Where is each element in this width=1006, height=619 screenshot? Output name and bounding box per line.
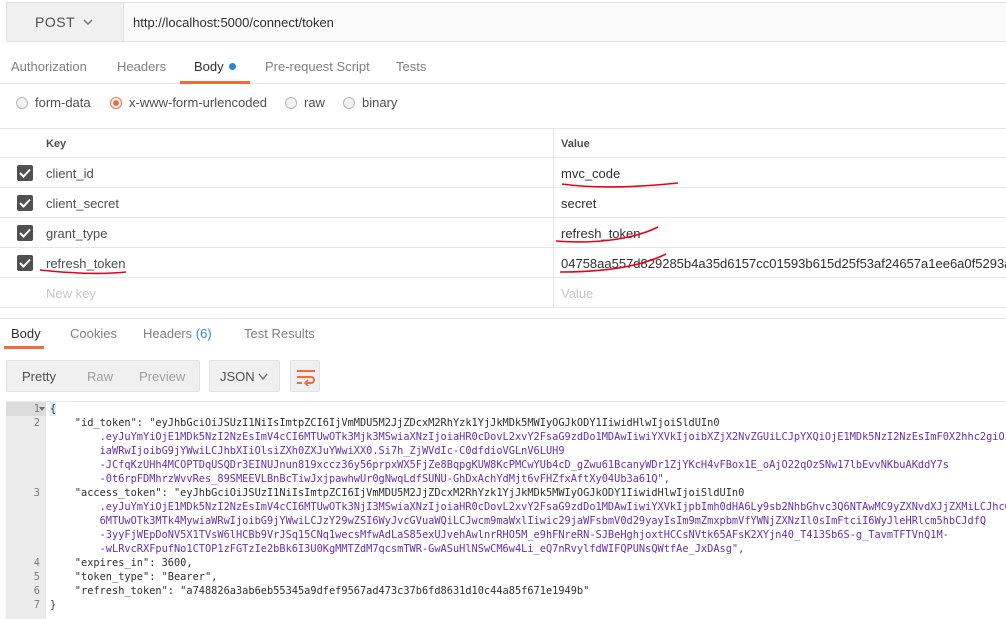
tab-pre-request-script[interactable]: Pre-request Script	[265, 59, 370, 74]
checkbox-checked-icon[interactable]	[17, 165, 33, 181]
code-line: "access_token": "eyJhbGciOiJSUzI1NiIsImt…	[50, 487, 745, 499]
params-table: Key Value client_id mvc_code client_secr…	[0, 128, 1006, 308]
radio-x-www-form-urlencoded[interactable]: x-www-form-urlencoded	[110, 95, 267, 110]
response-tabs: Body Cookies Headers (6) Test Results	[0, 318, 1006, 349]
tab-response-cookies[interactable]: Cookies	[70, 326, 117, 341]
checkbox-checked-icon[interactable]	[17, 225, 33, 241]
code-line: "refresh_token": "a748826a3ab6eb55345a9d…	[50, 585, 590, 597]
tab-tests[interactable]: Tests	[396, 59, 426, 74]
code-line: .eyJuYmYiOjE1MDk5NzI2NzEsImV4cCI6MTUwOTk…	[50, 501, 1006, 513]
body-type-selector: form-data x-www-form-urlencoded raw bina…	[0, 92, 1006, 114]
line-number: 2	[33, 417, 40, 429]
tab-response-body[interactable]: Body	[11, 326, 41, 341]
code-line: "expires_in": 3600,	[50, 557, 193, 569]
table-row: grant_type refresh_token	[0, 218, 1006, 248]
tab-headers[interactable]: Headers	[117, 59, 166, 74]
response-toolbar: Pretty Raw Preview JSON	[0, 358, 1006, 394]
active-tab-indicator	[180, 81, 250, 84]
method-label: POST	[35, 14, 76, 30]
column-divider	[553, 188, 554, 217]
radio-icon	[16, 96, 28, 109]
radio-label: form-data	[35, 95, 91, 110]
line-number: 3	[33, 487, 40, 499]
wrap-lines-button[interactable]	[290, 360, 320, 392]
code-line: -JCfqKzUHh4MCOPTDqUSQDr3EINUJnun819xccz3…	[50, 459, 949, 471]
mode-pretty-button[interactable]: Pretty	[22, 369, 56, 384]
chevron-down-icon	[83, 19, 93, 25]
request-bar: POST http://localhost:5000/connect/token	[6, 2, 1006, 42]
modified-dot-icon	[228, 63, 236, 70]
param-value[interactable]: secret	[561, 196, 596, 211]
tab-response-headers[interactable]: Headers (6)	[143, 326, 212, 341]
table-header: Key Value	[0, 128, 1006, 158]
table-row: refresh_token 04758aa557d829285b4a35d615…	[0, 248, 1006, 278]
tab-label: Headers	[143, 326, 193, 341]
new-key-input[interactable]: New key	[46, 286, 96, 301]
format-label: JSON	[220, 369, 255, 384]
radio-binary[interactable]: binary	[343, 95, 397, 110]
radio-icon	[285, 96, 297, 109]
view-mode-group: Pretty Raw Preview	[6, 360, 200, 392]
param-key[interactable]: grant_type	[46, 226, 107, 241]
radio-form-data[interactable]: form-data	[16, 95, 91, 110]
radio-label: raw	[304, 95, 325, 110]
column-divider	[553, 248, 554, 277]
radio-raw[interactable]: raw	[285, 95, 325, 110]
column-divider	[553, 129, 554, 157]
code-line: .eyJuYmYiOjE1MDk5NzI2NzEsImV4cCI6MTUwOTk…	[50, 431, 1006, 443]
code-line: iaWRwIjoibG9jYWwiLCJhbXIiOlsiZXh0ZXJuYWw…	[50, 445, 565, 457]
code-line: "id_token": "eyJhbGciOiJSUzI1NiIsImtpZCI…	[50, 417, 720, 429]
radio-label: binary	[362, 95, 398, 110]
code-line: -3yyFjWEpDoNV5X1TVsW6lHCBb9VrJSq15CNq1we…	[50, 529, 949, 541]
code-line: 6MTUwOTk3MTk4MywiaWRwIjoibG9jYWwiLCJzY29…	[50, 515, 987, 527]
tab-test-results[interactable]: Test Results	[244, 326, 315, 341]
radio-label: x-www-form-urlencoded	[129, 95, 267, 110]
table-row: client_id mvc_code	[0, 158, 1006, 188]
column-header-key: Key	[46, 138, 67, 150]
param-key[interactable]: client_secret	[46, 196, 119, 211]
code-line: -wLRvcRXFpufNo1CTOP1zFGTzIe2bBk6I3U0KgMM…	[50, 543, 745, 555]
column-header-value: Value	[561, 138, 590, 150]
line-number: 7	[33, 599, 40, 611]
tab-authorization[interactable]: Authorization	[11, 59, 87, 74]
tab-body[interactable]: Body	[194, 59, 236, 74]
request-tabs: Authorization Headers Body Pre-request S…	[0, 50, 1006, 84]
mode-raw-button[interactable]: Raw	[87, 369, 113, 384]
url-text: http://localhost:5000/connect/token	[133, 14, 334, 30]
code-line: }	[50, 599, 57, 611]
fold-arrow-icon[interactable]	[39, 405, 45, 413]
table-row-new: New key Value	[0, 278, 1006, 308]
column-divider	[553, 278, 554, 307]
tab-body-label: Body	[194, 59, 224, 74]
annotation-underline	[555, 226, 659, 243]
url-input[interactable]: http://localhost:5000/connect/token	[124, 2, 1006, 42]
new-value-input[interactable]: Value	[561, 286, 593, 301]
code-line: {	[50, 402, 57, 416]
param-key[interactable]: client_id	[46, 166, 94, 181]
checkbox-checked-icon[interactable]	[17, 195, 33, 211]
table-row: client_secret secret	[0, 188, 1006, 218]
active-tab-indicator	[4, 346, 44, 349]
response-body-viewer[interactable]: 1 2 3 4 5 6 7 { "id_token": "eyJhbGciOiJ…	[6, 401, 1006, 619]
chevron-down-icon	[258, 373, 268, 381]
headers-count-badge: (6)	[195, 326, 212, 341]
annotation-underline	[559, 253, 667, 273]
checkbox-checked-icon[interactable]	[17, 255, 33, 271]
method-select[interactable]: POST	[6, 2, 124, 42]
code-line: -0t6rpFDMhrzWvvRes_89SMEEVLBnBcTiwJxjpaw…	[50, 473, 670, 485]
line-number: 4	[33, 557, 40, 569]
radio-selected-icon	[110, 96, 122, 109]
radio-icon	[343, 96, 355, 109]
line-number: 5	[33, 571, 40, 583]
wrap-lines-icon	[297, 370, 315, 386]
line-number: 6	[33, 585, 40, 597]
code-line: "token_type": "Bearer",	[50, 571, 218, 583]
mode-preview-button[interactable]: Preview	[139, 369, 185, 384]
column-divider	[553, 158, 554, 187]
format-select[interactable]: JSON	[209, 360, 280, 392]
